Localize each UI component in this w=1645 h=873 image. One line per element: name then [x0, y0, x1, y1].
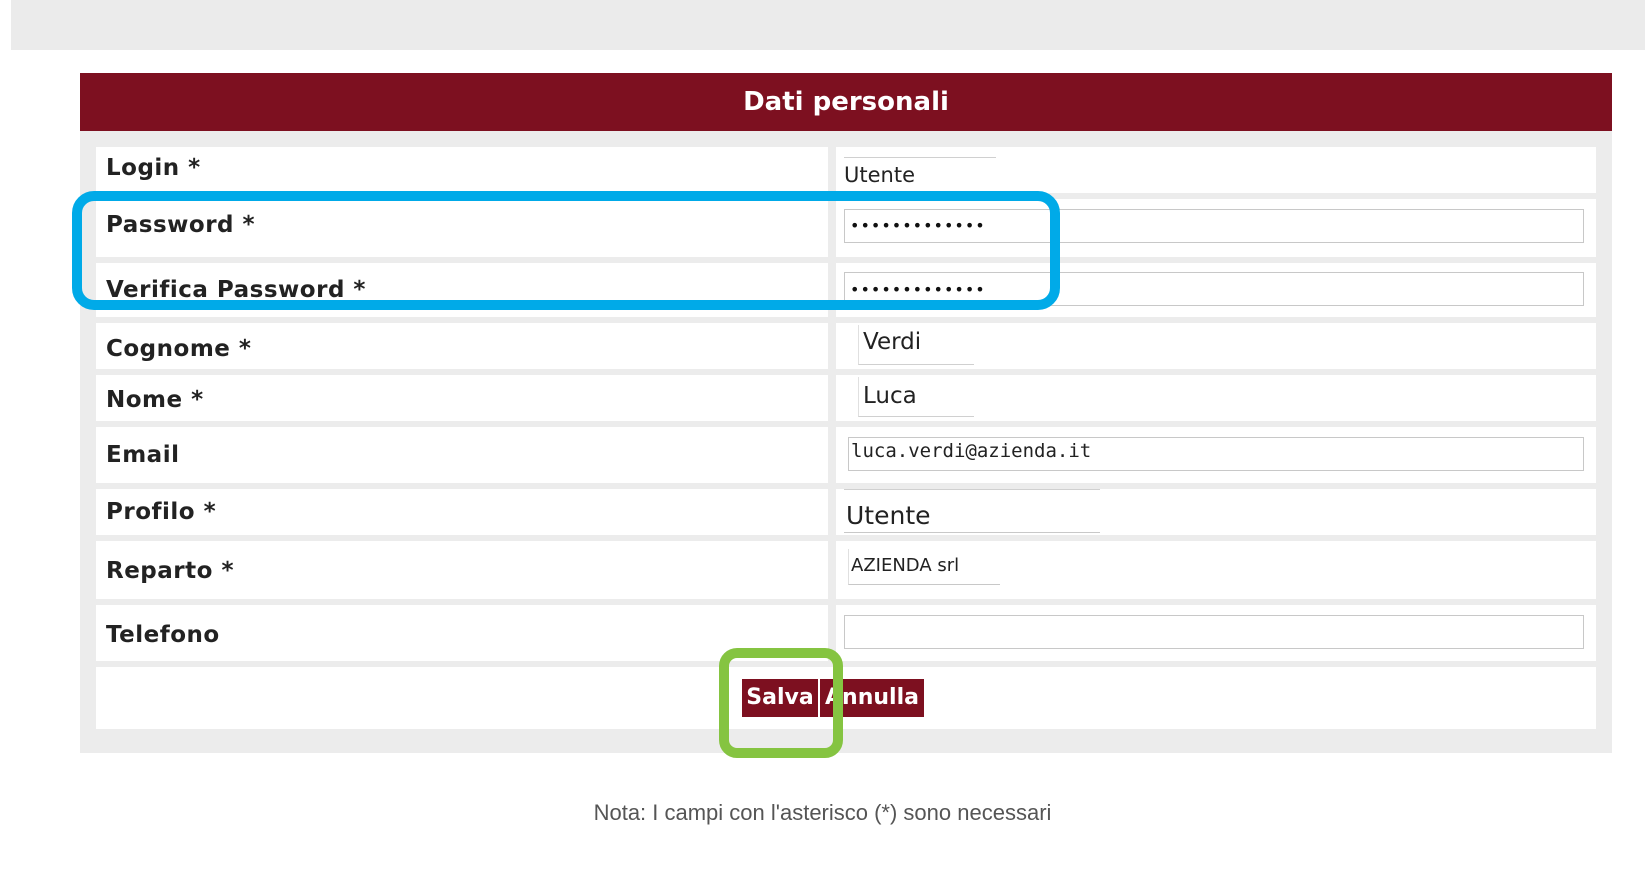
profilo-select[interactable]: Utente	[844, 491, 1100, 533]
login-value: Utente	[844, 163, 915, 187]
telefono-cell	[836, 605, 1596, 661]
email-value: luca.verdi@azienda.it	[851, 440, 1092, 462]
password-fields-highlight	[72, 191, 1060, 310]
nome-cell: Luca	[836, 375, 1596, 421]
profilo-value: Utente	[846, 501, 931, 530]
cognome-label: Cognome *	[96, 323, 828, 369]
personal-data-panel: Dati personali Login * Utente Password *…	[80, 73, 1612, 753]
nome-label: Nome *	[96, 375, 828, 421]
save-button-highlight	[719, 648, 843, 758]
cognome-value: Verdi	[863, 329, 922, 355]
cognome-cell: Verdi	[836, 323, 1596, 369]
login-value-cell: Utente	[836, 147, 1596, 193]
reparto-select[interactable]: AZIENDA srl	[848, 549, 1000, 585]
profilo-label: Profilo *	[96, 489, 828, 535]
email-input[interactable]: luca.verdi@azienda.it	[848, 437, 1584, 471]
profilo-top-line	[844, 489, 1100, 490]
telefono-input[interactable]	[844, 615, 1584, 649]
email-cell: luca.verdi@azienda.it	[836, 427, 1596, 483]
reparto-label: Reparto *	[96, 541, 828, 599]
profilo-cell: Utente	[836, 489, 1596, 535]
required-fields-note: Nota: I campi con l'asterisco (*) sono n…	[593, 800, 1052, 825]
login-label: Login *	[96, 147, 828, 193]
reparto-cell: AZIENDA srl	[836, 541, 1596, 599]
email-label: Email	[96, 427, 828, 483]
login-value-underline	[844, 157, 996, 158]
panel-title: Dati personali	[80, 73, 1612, 131]
reparto-value: AZIENDA srl	[851, 555, 960, 576]
top-bar	[11, 0, 1645, 50]
telefono-label: Telefono	[96, 605, 828, 661]
buttons-row: Salva Annulla	[96, 667, 1596, 729]
nome-input[interactable]: Luca	[858, 377, 974, 417]
cognome-input[interactable]: Verdi	[858, 325, 974, 365]
nome-value: Luca	[863, 383, 917, 409]
